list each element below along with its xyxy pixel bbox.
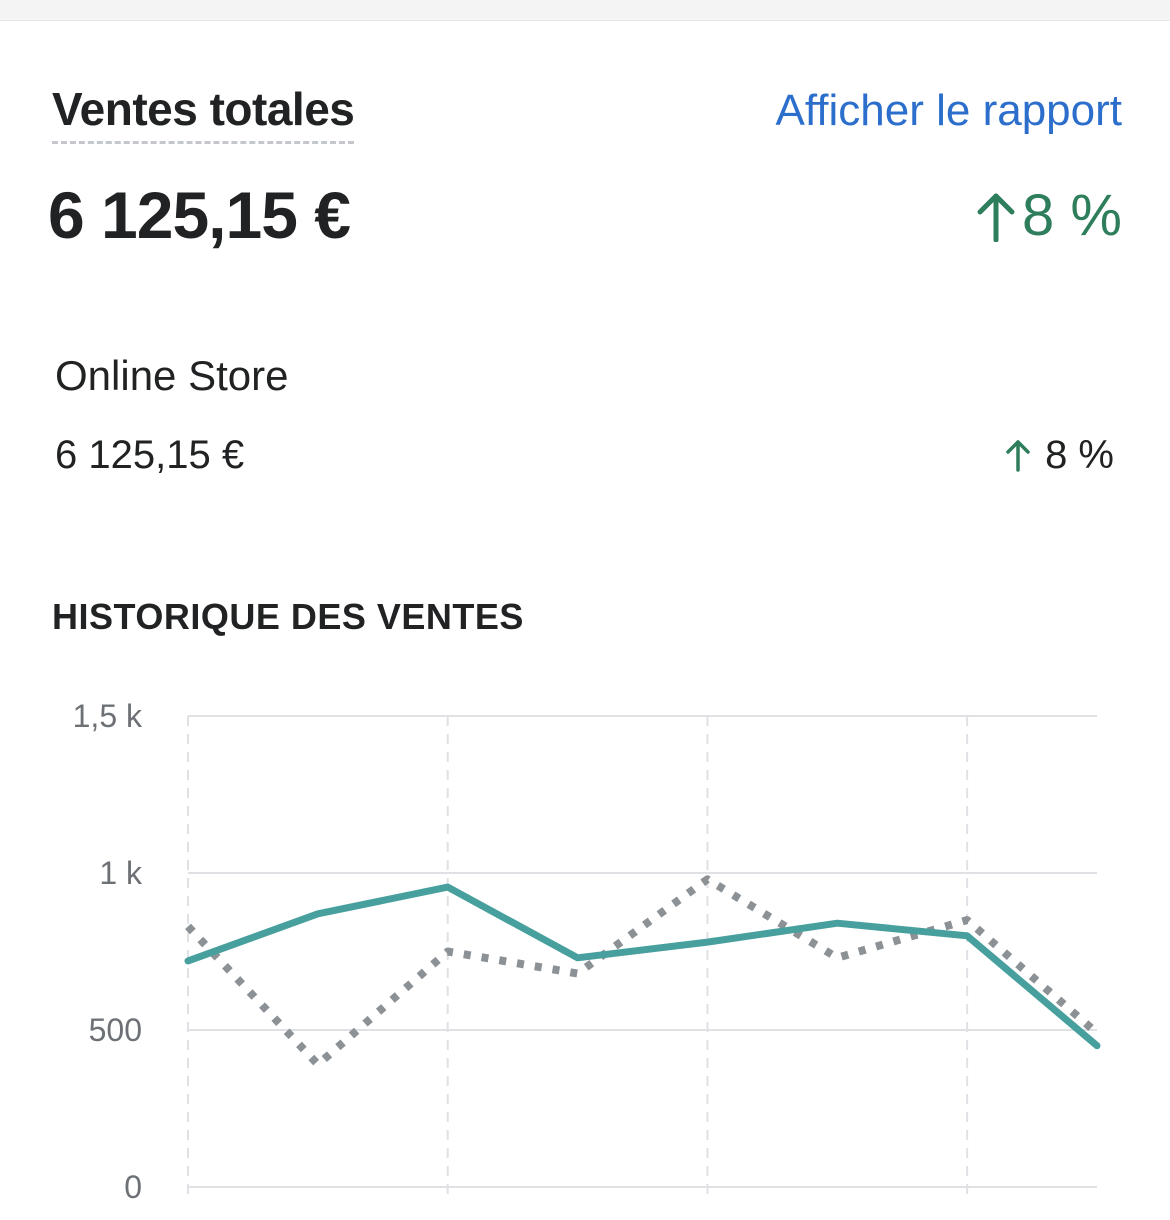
channel-amount: 6 125,15 € — [55, 433, 245, 477]
arrow-up-icon — [977, 193, 1015, 242]
total-sales-change: 8 % — [976, 181, 1122, 251]
card-title[interactable]: Ventes totales — [52, 83, 355, 144]
sales-history-title: HISTORIQUE DES VENTES — [52, 596, 524, 637]
total-sales-amount: 6 125,15 € — [48, 178, 351, 252]
y-tick-label: 500 — [89, 1012, 142, 1048]
channel-change-value: 8 % — [1045, 433, 1114, 477]
view-report-link[interactable]: Afficher le rapport — [776, 85, 1122, 137]
comparison-series-line — [185, 875, 1100, 1069]
sales-history-chart: 0 500 1 k 1,5 k — [73, 698, 1101, 1205]
arrow-up-icon — [1006, 440, 1030, 472]
channel-name: Online Store — [55, 352, 289, 399]
y-tick-label: 0 — [124, 1169, 142, 1205]
top-divider-strip — [0, 0, 1170, 21]
total-change-value: 8 % — [1022, 183, 1122, 248]
current-series-line — [184, 883, 1101, 1050]
channel-change: 8 % — [1005, 431, 1114, 479]
y-tick-label: 1,5 k — [73, 698, 143, 734]
y-tick-label: 1 k — [99, 855, 143, 891]
